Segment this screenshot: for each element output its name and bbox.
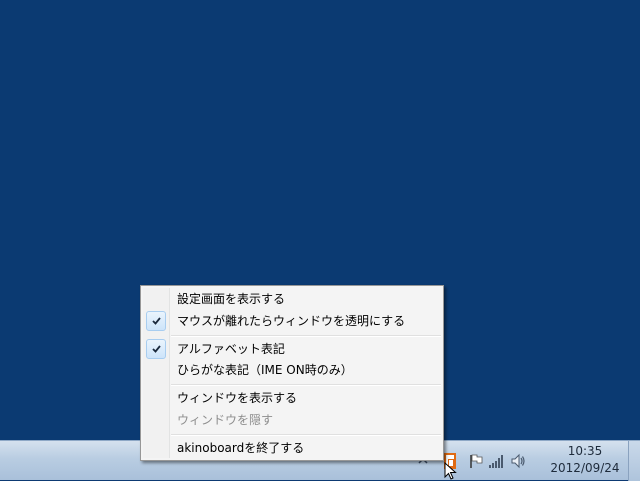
menu-item-show-window[interactable]: ウィンドウを表示する xyxy=(143,387,441,409)
menu-item-exit-akinoboard[interactable]: akinoboardを終了する xyxy=(143,437,441,459)
menu-item-label: ウィンドウを隠す xyxy=(177,413,274,427)
menu-item-label: akinoboardを終了する xyxy=(177,441,305,455)
mouse-cursor-icon xyxy=(444,462,457,480)
tray-context-menu: 設定画面を表示する マウスが離れたらウィンドウを透明にする アルファベット表記 … xyxy=(140,285,444,461)
menu-item-alphabet-notation[interactable]: アルファベット表記 xyxy=(143,338,441,360)
clock-date: 2012/09/24 xyxy=(550,461,620,475)
action-center-flag-icon[interactable] xyxy=(468,453,484,469)
menu-separator xyxy=(171,384,441,386)
menu-item-label: 設定画面を表示する xyxy=(177,292,286,306)
menu-item-label: ひらがな表記（IME ON時のみ） xyxy=(177,363,353,377)
show-desktop-button[interactable] xyxy=(628,441,640,481)
menu-item-label: ウィンドウを表示する xyxy=(177,391,298,405)
network-signal-icon[interactable] xyxy=(488,453,504,469)
clock[interactable]: 10:35 2012/09/24 xyxy=(540,443,630,479)
menu-item-hide-window: ウィンドウを隠す xyxy=(143,409,441,431)
menu-separator xyxy=(171,335,441,337)
volume-icon[interactable] xyxy=(510,453,526,469)
menu-item-transparent-on-mouse-leave[interactable]: マウスが離れたらウィンドウを透明にする xyxy=(143,310,441,332)
clock-time: 10:35 xyxy=(567,444,603,458)
menu-separator xyxy=(171,434,441,436)
menu-item-label: マウスが離れたらウィンドウを透明にする xyxy=(177,314,406,328)
menu-item-hiragana-notation[interactable]: ひらがな表記（IME ON時のみ） xyxy=(143,359,441,381)
checkmark-icon xyxy=(146,339,166,359)
checkmark-icon xyxy=(146,311,166,331)
menu-item-show-settings[interactable]: 設定画面を表示する xyxy=(143,288,441,310)
menu-item-label: アルファベット表記 xyxy=(177,342,285,356)
